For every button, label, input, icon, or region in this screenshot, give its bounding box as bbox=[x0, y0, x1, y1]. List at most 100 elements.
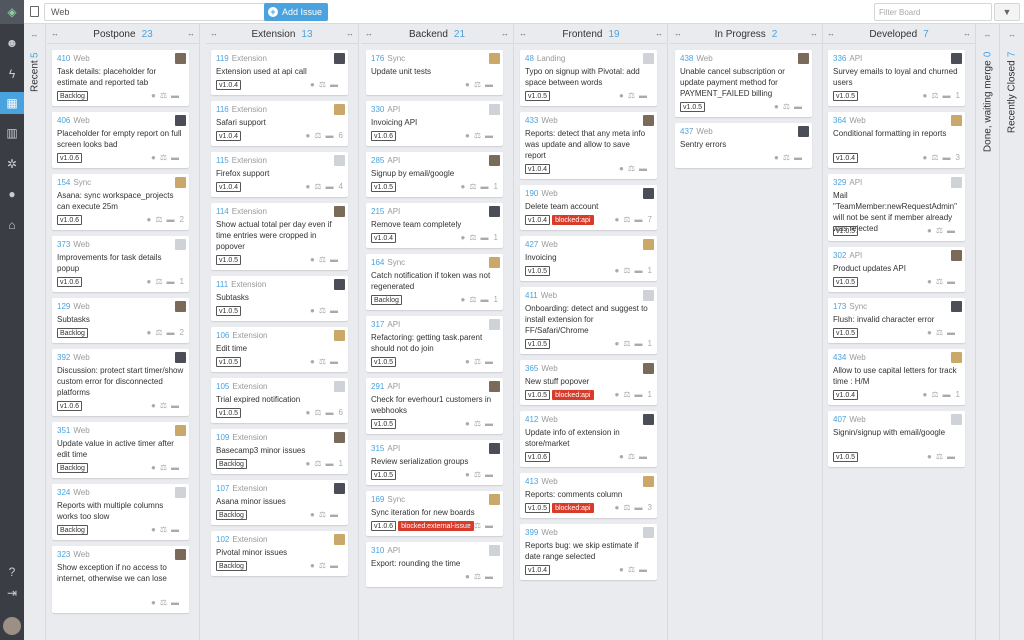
issue-title[interactable]: Product updates API bbox=[833, 263, 960, 274]
issue-title[interactable]: Reports: detect that any meta info was u… bbox=[525, 128, 652, 161]
comment-icon[interactable]: ▬ bbox=[326, 408, 338, 417]
comment-icon[interactable]: ▬ bbox=[330, 510, 342, 519]
github-icon[interactable]: ● bbox=[465, 419, 474, 428]
estimate-icon[interactable]: ⚖ bbox=[469, 233, 480, 242]
github-icon[interactable]: ● bbox=[465, 572, 474, 581]
github-icon[interactable]: ● bbox=[465, 357, 474, 366]
issue-number[interactable]: 285 bbox=[371, 156, 384, 165]
issue-card[interactable]: 115 Extension Firefox support v1.0.4 ●⚖▬4 bbox=[211, 152, 348, 197]
issue-number[interactable]: 169 bbox=[371, 495, 384, 504]
issue-card[interactable]: 215 API Remove team completely v1.0.4 ●⚖▬1 bbox=[366, 203, 503, 248]
expand-arrows-icon[interactable]: ↔ bbox=[24, 30, 45, 39]
issue-number[interactable]: 190 bbox=[525, 189, 538, 198]
estimate-icon[interactable]: ⚖ bbox=[783, 153, 794, 162]
github-icon[interactable]: ● bbox=[465, 470, 474, 479]
issue-card[interactable]: 310 API Export: rounding the time ●⚖▬ bbox=[366, 542, 503, 587]
assignee-avatar[interactable] bbox=[951, 352, 962, 363]
issue-title[interactable]: Catch notification if token was not rege… bbox=[371, 270, 498, 292]
estimate-icon[interactable]: ⚖ bbox=[319, 80, 330, 89]
comment-icon[interactable]: ▬ bbox=[485, 521, 497, 530]
github-icon[interactable]: ● bbox=[465, 131, 474, 140]
assignee-avatar[interactable] bbox=[951, 177, 962, 188]
issue-number[interactable]: 438 bbox=[680, 54, 693, 63]
milestone-badge[interactable]: v1.0.5 bbox=[216, 255, 242, 265]
milestone-badge[interactable]: v1.0.4 bbox=[216, 131, 242, 141]
issue-number[interactable]: 129 bbox=[57, 302, 70, 311]
assignee-avatar[interactable] bbox=[489, 155, 500, 166]
issue-number[interactable]: 413 bbox=[525, 477, 538, 486]
milestone-badge[interactable]: Backlog bbox=[371, 295, 402, 305]
issue-card[interactable]: 106 Extension Edit time v1.0.5 ●⚖▬ bbox=[211, 327, 348, 372]
estimate-icon[interactable]: ⚖ bbox=[319, 255, 330, 264]
issue-number[interactable]: 411 bbox=[525, 291, 538, 300]
comment-icon[interactable]: ▬ bbox=[326, 459, 338, 468]
milestone-badge[interactable]: v1.0.5 bbox=[371, 419, 397, 429]
comment-icon[interactable]: ▬ bbox=[794, 102, 806, 111]
github-icon[interactable]: ● bbox=[927, 226, 936, 235]
assignee-avatar[interactable] bbox=[643, 290, 654, 301]
assignee-avatar[interactable] bbox=[643, 476, 654, 487]
estimate-icon[interactable]: ⚖ bbox=[314, 131, 325, 140]
issue-title[interactable]: Subtasks bbox=[216, 292, 343, 303]
home-icon[interactable]: ⌂ bbox=[0, 214, 24, 236]
assignee-avatar[interactable] bbox=[643, 527, 654, 538]
issue-title[interactable]: Invoicing API bbox=[371, 117, 498, 128]
settings-icon[interactable]: ✲ bbox=[0, 153, 24, 175]
github-icon[interactable]: ● bbox=[151, 401, 160, 410]
issue-number[interactable]: 330 bbox=[371, 105, 384, 114]
issue-card[interactable]: 330 API Invoicing API v1.0.6 ●⚖▬ bbox=[366, 101, 503, 146]
comment-icon[interactable]: ▬ bbox=[481, 182, 493, 191]
estimate-icon[interactable]: ⚖ bbox=[314, 182, 325, 191]
issue-title[interactable]: Unable cancel subscription or update pay… bbox=[680, 66, 807, 99]
collapse-arrows-icon[interactable]: ↔ bbox=[963, 29, 971, 38]
assignee-avatar[interactable] bbox=[643, 115, 654, 126]
milestone-badge[interactable]: Backlog bbox=[216, 561, 247, 571]
recent-column[interactable]: ↔ Recent 5 bbox=[24, 24, 46, 640]
estimate-icon[interactable]: ⚖ bbox=[160, 463, 171, 472]
github-icon[interactable]: ● bbox=[151, 463, 160, 472]
issue-title[interactable]: Pivotal minor issues bbox=[216, 547, 343, 558]
milestone-badge[interactable]: v1.0.4 bbox=[371, 233, 397, 243]
assignee-avatar[interactable] bbox=[643, 414, 654, 425]
estimate-icon[interactable]: ⚖ bbox=[628, 452, 639, 461]
issue-number[interactable]: 105 bbox=[216, 382, 229, 391]
issue-number[interactable]: 173 bbox=[833, 302, 846, 311]
github-icon[interactable]: ● bbox=[774, 153, 783, 162]
comment-icon[interactable]: ▬ bbox=[639, 91, 651, 100]
issue-title[interactable]: Update info of extension in store/market bbox=[525, 427, 652, 449]
issue-title[interactable]: Remove team completely bbox=[371, 219, 498, 230]
issue-number[interactable]: 324 bbox=[57, 488, 70, 497]
issue-title[interactable]: Sentry errors bbox=[680, 139, 807, 150]
assignee-avatar[interactable] bbox=[175, 352, 186, 363]
issue-card[interactable]: 285 API Signup by email/google v1.0.5 ●⚖▬1 bbox=[366, 152, 503, 197]
estimate-icon[interactable]: ⚖ bbox=[319, 510, 330, 519]
assignee-avatar[interactable] bbox=[175, 239, 186, 250]
comment-icon[interactable]: ▬ bbox=[330, 80, 342, 89]
issue-card[interactable]: 410 Web Task details: placeholder for esti… bbox=[52, 50, 189, 106]
issue-card[interactable]: 291 API Check for everhour1 customers in w… bbox=[366, 378, 503, 434]
issue-number[interactable]: 433 bbox=[525, 116, 538, 125]
milestone-badge[interactable]: v1.0.5 bbox=[833, 328, 859, 338]
assignee-avatar[interactable] bbox=[489, 494, 500, 505]
issue-card[interactable]: 413 Web Reports: comments column v1.0.5 bloc… bbox=[520, 473, 657, 518]
filter-board-input[interactable]: Filter Board bbox=[874, 3, 992, 21]
issue-number[interactable]: 392 bbox=[57, 353, 70, 362]
recently-closed-column[interactable]: ↔ Recently Closed 7 bbox=[1000, 24, 1024, 640]
issue-title[interactable]: Safari support bbox=[216, 117, 343, 128]
estimate-icon[interactable]: ⚖ bbox=[314, 459, 325, 468]
app-logo-icon[interactable]: ◈ bbox=[0, 0, 24, 24]
estimate-icon[interactable]: ⚖ bbox=[628, 91, 639, 100]
issue-card[interactable]: 438 Web Unable cancel subscription or upda… bbox=[675, 50, 812, 117]
milestone-badge[interactable]: v1.0.4 bbox=[216, 80, 242, 90]
comment-icon[interactable]: ▬ bbox=[330, 357, 342, 366]
github-icon[interactable]: ● bbox=[310, 80, 319, 89]
assignee-avatar[interactable] bbox=[643, 239, 654, 250]
github-icon[interactable]: ● bbox=[310, 255, 319, 264]
milestone-badge[interactable]: v1.0.6 bbox=[525, 452, 551, 462]
collapse-arrows-icon[interactable]: ↔ bbox=[655, 29, 663, 38]
issue-number[interactable]: 291 bbox=[371, 382, 384, 391]
comment-icon[interactable]: ▬ bbox=[947, 328, 959, 337]
issue-number[interactable]: 102 bbox=[216, 535, 229, 544]
user-avatar[interactable] bbox=[0, 614, 24, 638]
milestone-badge[interactable]: v1.0.5 bbox=[833, 226, 859, 236]
